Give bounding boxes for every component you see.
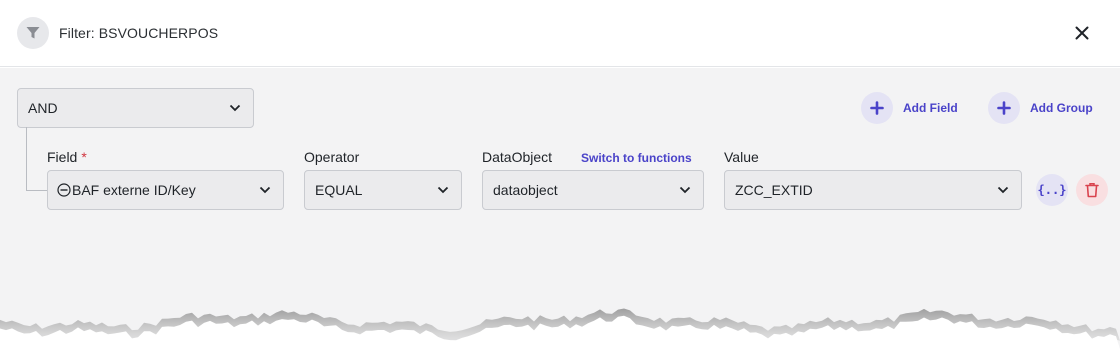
- group-logic-value: AND: [28, 100, 58, 116]
- field-select[interactable]: BAF externe ID/Key: [47, 170, 284, 210]
- plus-icon: [861, 92, 893, 124]
- chevron-down-icon: [679, 186, 691, 194]
- delete-condition-button[interactable]: [1076, 174, 1108, 206]
- add-field-label: Add Field: [903, 101, 958, 115]
- tree-connector-vertical: [26, 127, 27, 191]
- chevron-down-icon: [437, 186, 449, 194]
- trash-icon: [1085, 183, 1099, 198]
- field-value: BAF externe ID/Key: [72, 182, 196, 198]
- field-label-text: Field: [47, 149, 78, 165]
- remove-circle-icon[interactable]: [57, 183, 71, 197]
- plus-icon: [988, 92, 1020, 124]
- field-label: Field *: [47, 149, 87, 165]
- variable-button[interactable]: {..}: [1036, 174, 1068, 206]
- filter-icon: [17, 17, 49, 49]
- operator-value: EQUAL: [315, 182, 363, 198]
- tree-connector-horizontal: [26, 190, 48, 191]
- required-marker: *: [81, 149, 87, 165]
- value-select[interactable]: ZCC_EXTID: [724, 170, 1022, 210]
- operator-select[interactable]: EQUAL: [304, 170, 462, 210]
- add-group-button[interactable]: Add Group: [988, 92, 1093, 124]
- value-label: Value: [724, 149, 759, 165]
- switch-to-functions-link[interactable]: Switch to functions: [581, 151, 692, 165]
- value-value: ZCC_EXTID: [735, 182, 813, 198]
- operator-label: Operator: [304, 149, 360, 165]
- chevron-down-icon: [997, 186, 1009, 194]
- chevron-down-icon: [259, 186, 271, 194]
- curly-braces-icon: {..}: [1037, 183, 1067, 197]
- group-logic-select[interactable]: AND: [17, 88, 254, 128]
- torn-edge-decoration: [0, 300, 1120, 349]
- dataobject-label: DataObject: [482, 149, 553, 165]
- dialog-title: Filter: BSVOUCHERPOS: [59, 25, 219, 41]
- dialog-header: Filter: BSVOUCHERPOS: [0, 0, 1120, 67]
- chevron-down-icon: [229, 104, 241, 112]
- dataobject-value: dataobject: [493, 182, 558, 198]
- add-group-label: Add Group: [1030, 101, 1093, 115]
- add-field-button[interactable]: Add Field: [861, 92, 958, 124]
- close-icon[interactable]: [1071, 22, 1093, 44]
- dataobject-select[interactable]: dataobject: [482, 170, 704, 210]
